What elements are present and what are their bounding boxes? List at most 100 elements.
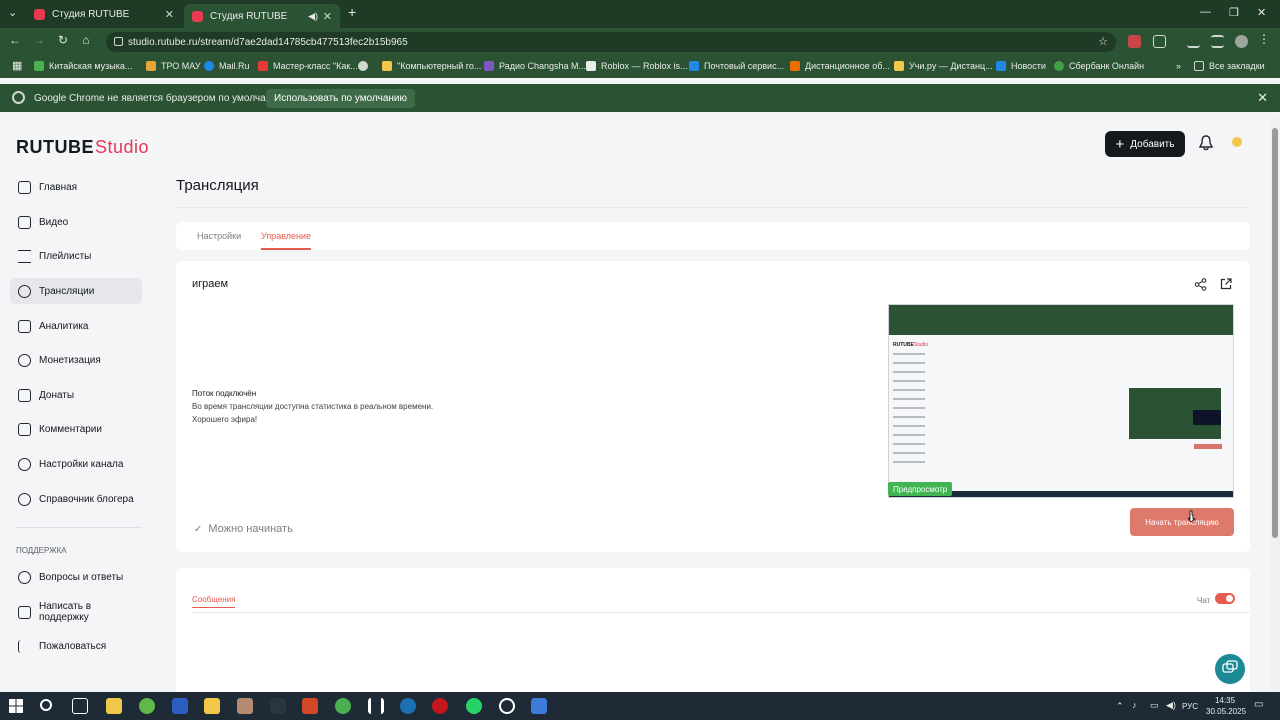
sidebar-item-channel-settings[interactable]: Настройки канала: [10, 451, 142, 477]
analytics-icon: [18, 319, 31, 333]
minimize-icon[interactable]: —: [1200, 6, 1211, 18]
clock-time[interactable]: 14:35: [1215, 696, 1235, 705]
chat-toggle[interactable]: [1215, 593, 1235, 604]
extension-icon[interactable]: [1128, 35, 1141, 48]
bookmarks-bar: ▦ Китайская музыка... ТРО МАУ Mail.Ru Ма…: [0, 56, 1280, 78]
home-icon[interactable]: ⌂: [78, 33, 94, 47]
tab-groups-icon[interactable]: [1211, 35, 1224, 48]
more-bookmarks-icon[interactable]: »: [1176, 61, 1181, 71]
browser-tab-active[interactable]: Студия RUTUBE ◀) ✕: [184, 4, 340, 28]
chrome-menu-icon[interactable]: ⋮: [1258, 32, 1271, 46]
bookmark-item[interactable]: Почтовый сервис...: [689, 61, 784, 71]
start-broadcast-button[interactable]: Начать трансляцию: [1130, 508, 1234, 536]
bookmark-item[interactable]: Новости: [996, 61, 1046, 71]
tray-chevron-icon[interactable]: ⌃: [1116, 701, 1124, 712]
close-tab-icon[interactable]: ✕: [323, 10, 332, 23]
close-window-icon[interactable]: ✕: [1257, 6, 1266, 19]
add-button[interactable]: + Добавить: [1105, 131, 1185, 157]
windows-start-icon[interactable]: [8, 698, 24, 714]
tab-messages[interactable]: Сообщения: [192, 595, 236, 608]
bookmark-favicon-icon: [484, 61, 494, 71]
profile-avatar-icon[interactable]: [1235, 35, 1248, 48]
preview-sidebar: [893, 353, 925, 470]
sidebar-item-faq[interactable]: Вопросы и ответы: [10, 564, 142, 590]
bluestacks-icon[interactable]: [204, 698, 220, 714]
speaker-icon[interactable]: ◀): [308, 11, 318, 22]
tab-management[interactable]: Управление: [261, 231, 312, 250]
bookmark-item[interactable]: Учи.ру — Дистанц...: [894, 61, 993, 71]
sidebar-item-analytics[interactable]: Аналитика: [10, 313, 142, 339]
bookmark-item[interactable]: Дистанционное об...: [790, 61, 890, 71]
back-icon[interactable]: ←: [7, 33, 23, 47]
share-icon[interactable]: [1194, 278, 1207, 291]
utorrent-icon[interactable]: [139, 698, 155, 714]
reload-icon[interactable]: ↻: [55, 33, 71, 47]
notifications-icon[interactable]: ▭: [1254, 699, 1263, 710]
bell-icon[interactable]: [1199, 135, 1213, 151]
site-info-icon[interactable]: [114, 37, 123, 46]
volume-icon[interactable]: ◀): [1166, 700, 1176, 711]
open-external-icon[interactable]: [1220, 278, 1232, 290]
sidebar-item-broadcasts[interactable]: Трансляции: [10, 278, 142, 304]
task-view-icon[interactable]: [72, 698, 88, 714]
forward-icon[interactable]: →: [31, 33, 47, 47]
page-scrollbar[interactable]: [1270, 118, 1280, 692]
close-infobar-icon[interactable]: ✕: [1257, 90, 1268, 106]
microphone-icon[interactable]: ♪: [1132, 700, 1137, 710]
network-icon[interactable]: ▭: [1150, 700, 1159, 711]
bookmark-item[interactable]: Сбербанк Онлайн: [1054, 61, 1144, 71]
keyboard-language[interactable]: РУС: [1182, 702, 1198, 711]
obs-icon[interactable]: [499, 698, 515, 714]
bookmark-item[interactable]: Китайская музыка...: [34, 61, 132, 71]
bookmark-item[interactable]: Mail.Ru: [204, 61, 250, 71]
apps-icon[interactable]: ▦: [12, 59, 22, 72]
whatsapp-icon[interactable]: [466, 698, 482, 714]
bookmark-favicon-icon: [146, 61, 156, 71]
scrollbar-thumb[interactable]: [1272, 128, 1278, 538]
download-icon[interactable]: [1187, 35, 1200, 48]
rutube-studio-logo[interactable]: RUTUBEStudio: [16, 137, 149, 158]
photo-app-icon[interactable]: [237, 698, 253, 714]
search-icon[interactable]: [40, 699, 52, 711]
app-icon[interactable]: [172, 698, 188, 714]
bookmark-item[interactable]: ТРО МАУ: [146, 61, 201, 71]
chrome-taskbar-icon[interactable]: [335, 698, 351, 714]
sidebar-item-report[interactable]: Пожаловаться: [10, 633, 142, 659]
sidebar-item-home[interactable]: Главная: [10, 174, 142, 200]
tab-search-icon[interactable]: ⌄: [8, 6, 17, 19]
sidebar-item-blogger-guide[interactable]: Справочник блогера: [10, 486, 142, 512]
sidebar-item-contact-support[interactable]: Написать в поддержку: [10, 599, 142, 625]
clock-date[interactable]: 30.05.2025: [1206, 707, 1246, 716]
stream-tabs: Настройки Управление: [176, 222, 1250, 250]
user-avatar[interactable]: [1232, 137, 1242, 147]
address-bar[interactable]: studio.rutube.ru/stream/d7ae2dad14785cb4…: [106, 32, 1116, 52]
sidebar-item-comments[interactable]: Комментарии: [10, 416, 142, 442]
bookmark-item[interactable]: Радио Changsha M...: [484, 61, 586, 71]
set-default-button[interactable]: Использовать по умолчанию: [266, 89, 415, 108]
new-tab-icon[interactable]: +: [348, 4, 356, 20]
tab-settings[interactable]: Настройки: [197, 231, 241, 241]
sidebar-item-playlists[interactable]: Плейлисты: [10, 243, 142, 269]
all-bookmarks[interactable]: Все закладки: [1194, 61, 1265, 71]
bookmark-item[interactable]: "Компьютерный го...: [382, 61, 481, 71]
sidebar-item-monetization[interactable]: Монетизация: [10, 347, 142, 373]
restore-icon[interactable]: ❐: [1229, 6, 1239, 19]
close-tab-icon[interactable]: ✕: [165, 8, 174, 21]
app-icon[interactable]: [531, 698, 547, 714]
bar-app-icon[interactable]: [368, 698, 384, 714]
steam-icon[interactable]: [400, 698, 416, 714]
app-icon[interactable]: [270, 698, 286, 714]
bookmark-item[interactable]: Roblox — Roblox is...: [586, 61, 688, 71]
bookmark-star-icon[interactable]: ☆: [1098, 35, 1108, 48]
sidebar-item-video[interactable]: Видео: [10, 209, 142, 235]
sidebar-item-donations[interactable]: Донаты: [10, 382, 142, 408]
bookmark-item[interactable]: Мастер-класс "Как...: [258, 61, 358, 71]
file-explorer-icon[interactable]: [106, 698, 122, 714]
youtube-icon[interactable]: [432, 698, 448, 714]
windows-taskbar: ⌃ ♪ ▭ ◀) РУС 14:35 30.05.2025 ▭: [0, 692, 1280, 720]
browser-tab[interactable]: Студия RUTUBE ✕: [26, 4, 182, 24]
bookmark-item[interactable]: [358, 61, 373, 71]
powerpoint-icon[interactable]: [302, 698, 318, 714]
extensions-icon[interactable]: [1153, 35, 1166, 48]
support-chat-button[interactable]: [1215, 654, 1245, 684]
